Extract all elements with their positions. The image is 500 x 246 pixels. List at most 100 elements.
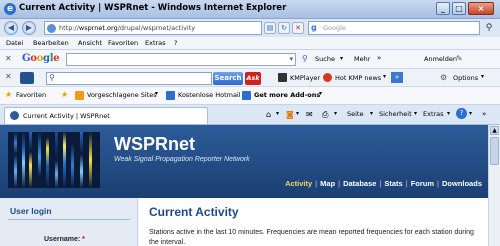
double-chevron-icon[interactable]: » (482, 110, 486, 118)
google-g-icon: g (311, 23, 317, 32)
close-toolbar-icon[interactable]: ✕ (5, 54, 12, 63)
kmp-search-input[interactable]: ⚲ (46, 72, 212, 85)
favorites-button[interactable]: Favoriten (16, 91, 46, 99)
chevron-down-icon[interactable]: ▾ (289, 55, 293, 63)
search-icon[interactable]: ⚲ (483, 22, 495, 34)
menu-datei[interactable]: Datei (6, 39, 23, 47)
chevron-down-icon[interactable]: ▾ (447, 110, 450, 117)
compatibility-view-icon[interactable]: ▤ (264, 22, 276, 34)
hot-news-icon (323, 73, 332, 82)
chevron-down-icon[interactable]: ▾ (319, 90, 322, 97)
nav-map[interactable]: Map (320, 179, 335, 188)
maximize-button[interactable]: □ (452, 2, 466, 15)
window-titlebar: e Current Activity | WSPRnet - Windows I… (0, 0, 500, 19)
chevron-down-icon[interactable]: ▾ (414, 110, 417, 117)
address-field[interactable]: http://wsprnet.org/drupal/wsprnet/activi… (44, 21, 262, 35)
favorites-bar: ★ Favoriten ★ Vorgeschlagene Sites ▾ Kos… (0, 87, 500, 105)
primary-nav: Activity | Map | Database | Stats | Forum | Downlo… (285, 179, 482, 188)
google-toolbar: ✕ Google ▾ ⚲ Suche ▾ Mehr » Anmelden ✎ (0, 50, 500, 69)
site-header: WSPRnet Weak Signal Propagation Reporter… (0, 125, 488, 198)
site-slogan: Weak Signal Propagation Reporter Network (114, 156, 250, 163)
google-search-icon: ⚲ (302, 54, 308, 63)
close-button[interactable]: × (468, 2, 494, 15)
suggested-sites-link[interactable]: Vorgeschlagene Sites (87, 91, 157, 99)
hot-news-link[interactable]: Hot KMP news (335, 74, 381, 82)
nav-forum[interactable]: Forum (411, 179, 434, 188)
nav-stats[interactable]: Stats (384, 179, 402, 188)
ask-logo-icon[interactable]: Ask (245, 72, 261, 85)
back-button[interactable]: ◀ (4, 21, 18, 35)
more-button[interactable]: Mehr (354, 55, 370, 63)
search-input[interactable]: g Google (308, 21, 480, 35)
search-icon: ⚲ (49, 73, 55, 82)
forward-button[interactable]: ▶ (22, 21, 36, 35)
chevron-down-icon[interactable]: ▾ (481, 73, 484, 80)
kmp-toolbar: ✕ ⚲ Search Ask KMPlayer Hot KMP news ▾ »… (0, 69, 500, 87)
print-icon[interactable]: ⎙ (322, 110, 328, 120)
menu-ansicht[interactable]: Ansicht (78, 39, 102, 47)
kmplayer-icon (278, 73, 287, 82)
chevron-down-icon[interactable]: ▾ (296, 110, 299, 117)
tools-menu-button[interactable]: Extras (423, 110, 444, 118)
intro-text: Stations active in the last 10 minutes. … (149, 229, 474, 246)
chevron-down-icon[interactable]: ▾ (469, 110, 472, 117)
stop-icon[interactable]: ✕ (292, 22, 304, 34)
double-chevron-icon[interactable]: » (391, 72, 403, 83)
ie-logo-icon: e (4, 3, 16, 15)
wrench-icon[interactable]: ✎ (456, 54, 463, 63)
kmplayer-link[interactable]: KMPlayer (290, 74, 320, 82)
refresh-icon[interactable]: ↻ (278, 22, 290, 34)
search-placeholder: Google (323, 24, 346, 32)
safety-menu-button[interactable]: Sicherheit (379, 110, 412, 118)
tab-current-activity[interactable]: Current Activity | WSPRnet (4, 107, 208, 124)
nav-activity[interactable]: Activity (285, 179, 312, 188)
scroll-thumb[interactable] (490, 137, 499, 165)
address-toolbar: ◀ ▶ http://wsprnet.org/drupal/wsprnet/ac… (0, 19, 500, 37)
url-text: http://wsprnet.org/drupal/wsprnet/activi… (59, 24, 196, 32)
login-block-title: User login (10, 206, 52, 216)
close-toolbar-icon[interactable]: ✕ (5, 72, 12, 81)
menu-extras[interactable]: Extras (145, 39, 166, 47)
home-icon[interactable]: ⌂ (266, 110, 271, 119)
chevron-down-icon[interactable]: ▾ (340, 55, 343, 62)
page-menu-button[interactable]: Seite (347, 110, 363, 118)
page-viewport: WSPRnet Weak Signal Propagation Reporter… (0, 125, 488, 246)
google-search-input[interactable]: ▾ (66, 53, 296, 66)
rss-icon[interactable]: ◙ (286, 110, 294, 119)
chevron-down-icon[interactable]: ▾ (334, 110, 337, 117)
help-icon[interactable]: ? (456, 108, 467, 119)
star-icon: ★ (5, 90, 13, 99)
google-search-button[interactable]: Suche (315, 55, 335, 63)
google-logo: Google (22, 53, 60, 64)
minimize-button[interactable]: _ (436, 2, 450, 15)
mail-icon[interactable]: ✉ (306, 110, 313, 119)
kmp-search-button[interactable]: Search (213, 72, 243, 85)
hotmail-link[interactable]: Kostenlose Hotmail (178, 91, 241, 99)
suggested-sites-icon (75, 91, 84, 100)
vertical-scrollbar[interactable]: ▲ (488, 125, 500, 246)
nav-database[interactable]: Database (343, 179, 376, 188)
hotmail-icon (166, 91, 175, 100)
menu-help[interactable]: ? (174, 39, 177, 47)
chevron-down-icon[interactable]: ▾ (155, 90, 158, 97)
chevron-down-icon[interactable]: ▾ (276, 110, 279, 117)
options-button[interactable]: Options (453, 74, 478, 82)
window-title: Current Activity | WSPRnet - Windows Int… (19, 3, 287, 13)
nav-downloads[interactable]: Downloads (442, 179, 482, 188)
site-name[interactable]: WSPRnet (114, 134, 195, 155)
add-favorite-icon[interactable]: ★ (61, 90, 68, 99)
waterfall-spectrogram-logo[interactable] (8, 132, 100, 188)
menu-favoriten[interactable]: Favoriten (108, 39, 138, 47)
menu-bearbeiten[interactable]: Bearbeiten (33, 39, 69, 47)
menu-bar: Datei Bearbeiten Ansicht Favoriten Extra… (0, 37, 500, 50)
gear-icon[interactable]: ⚙ (440, 73, 447, 82)
scroll-up-icon[interactable]: ▲ (490, 126, 499, 135)
chevron-down-icon[interactable]: ▾ (383, 73, 386, 80)
signin-button[interactable]: Anmelden (424, 55, 457, 63)
tab-bar: Current Activity | WSPRnet ⌂ ▾ ◙ ▾ ✉ ⎙ ▾… (0, 105, 500, 125)
page-title: Current Activity (149, 205, 239, 219)
chevron-down-icon[interactable]: ▾ (370, 110, 373, 117)
double-chevron-icon[interactable]: » (377, 54, 381, 62)
addons-link[interactable]: Get more Add-ons (254, 91, 320, 99)
addons-icon (242, 91, 251, 100)
